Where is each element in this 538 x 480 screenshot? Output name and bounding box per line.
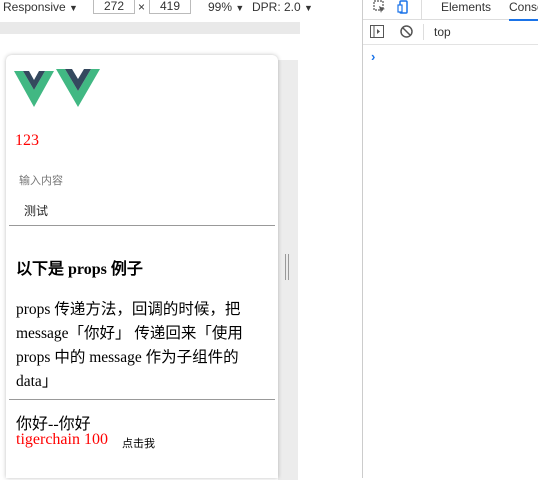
chevron-down-icon: ▼ (235, 3, 245, 13)
chevron-down-icon: ▼ (69, 3, 78, 13)
tab-console[interactable]: Conso (509, 0, 538, 21)
ruler-segment[interactable] (0, 22, 300, 34)
divider (9, 399, 275, 400)
counter-value: 123 (15, 132, 39, 149)
zoom-label: 99% (208, 0, 233, 14)
device-toolbar: Responsive ▼ × 99% ▼ DPR: 2.0 ▼ (0, 0, 362, 20)
input-underline (9, 225, 275, 226)
vue-logos (14, 69, 104, 116)
emulated-viewport: 123 输入内容 测试 以下是 props 例子 props 传递方法，回调的时… (6, 55, 278, 478)
device-select[interactable]: Responsive ▼ (3, 0, 78, 19)
child-name: tigerchain 100 (16, 431, 108, 448)
sidebar-toggle-icon[interactable] (370, 25, 384, 41)
clear-console-icon[interactable] (400, 25, 413, 41)
device-label: Responsive (3, 0, 66, 14)
input-label: 输入内容 (19, 175, 63, 187)
dpr-label: DPR: 2.0 (252, 0, 301, 14)
context-select[interactable]: top (434, 25, 451, 39)
resize-handle[interactable] (284, 254, 290, 280)
devtools-tabs: Elements Conso (363, 0, 538, 21)
device-toolbar-icon[interactable] (397, 0, 411, 19)
chevron-down-icon: ▼ (304, 3, 313, 13)
console-prompt[interactable]: › (371, 49, 375, 64)
message-input[interactable]: 测试 (24, 202, 48, 219)
times-sign: × (138, 0, 146, 14)
zoom-select[interactable]: 99% ▼ (208, 0, 244, 19)
width-input[interactable] (93, 0, 135, 14)
click-me-button[interactable]: 点击我 (122, 435, 155, 451)
props-description: props 传递方法，回调的时候，把 message「你好」 传递回来「使用 p… (16, 301, 243, 390)
section-title: 以下是 props 例子 (16, 261, 143, 278)
console-toolbar: top (363, 20, 538, 45)
height-input[interactable] (149, 0, 191, 14)
media-query-ruler (0, 19, 362, 36)
devtools-panel: Elements Conso top › (362, 0, 538, 478)
tab-elements[interactable]: Elements (441, 0, 491, 19)
dpr-select[interactable]: DPR: 2.0 ▼ (252, 0, 313, 19)
vue-logo-icon (14, 69, 100, 107)
inspect-element-icon[interactable] (373, 0, 387, 19)
